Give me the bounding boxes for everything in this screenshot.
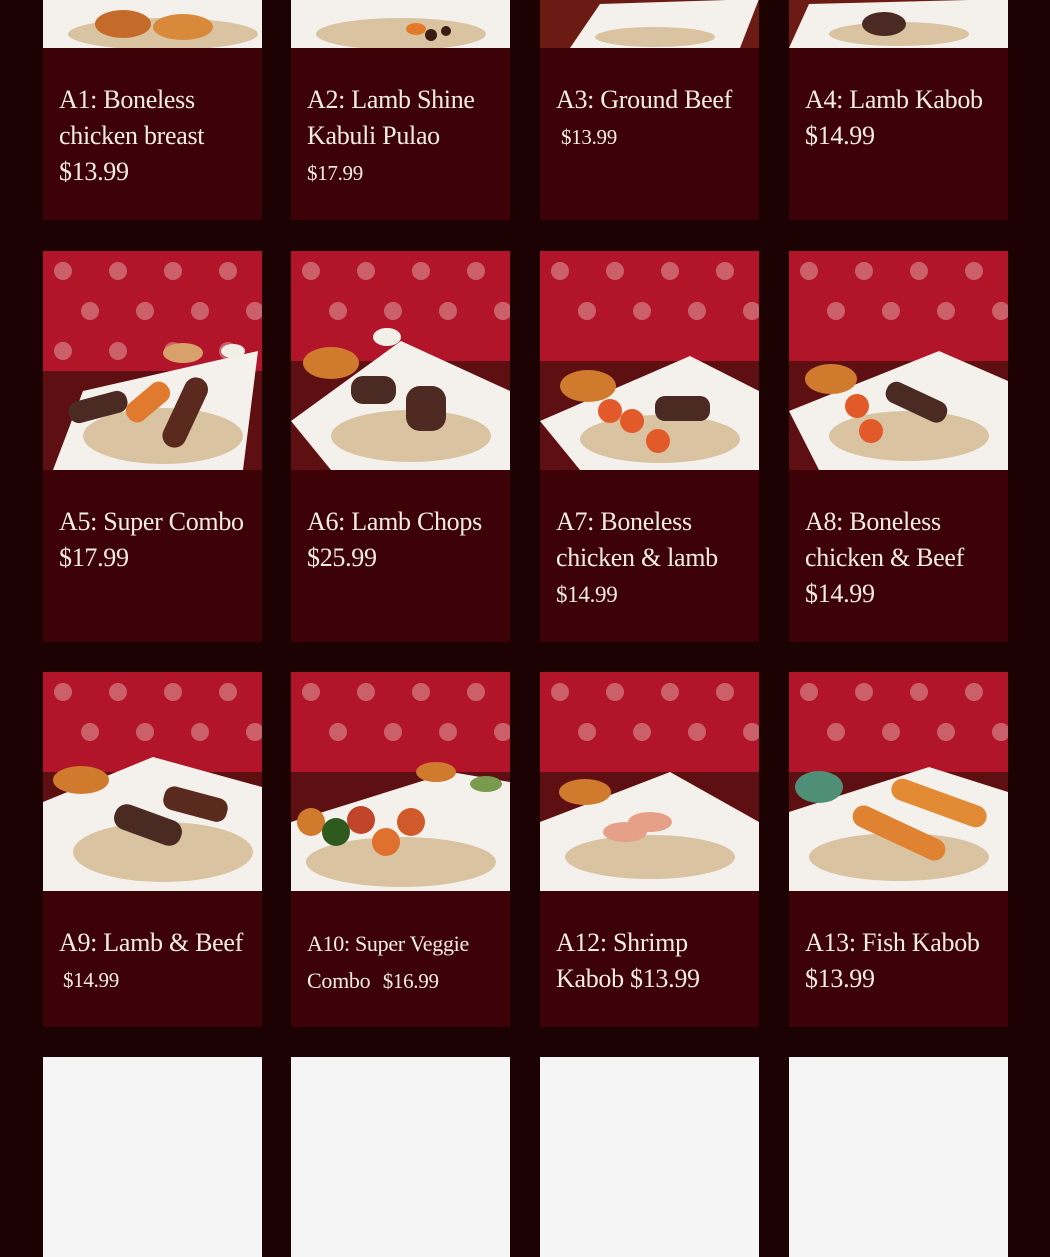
food-photo-icon [43,0,262,48]
menu-item-price: $16.99 [382,969,439,993]
menu-item-photo [789,672,1008,891]
menu-item-title: A4: Lamb Kabob [805,85,983,114]
menu-item-caption: A10: Super Veggie Combo $16.99 [307,925,500,999]
menu-item-a4[interactable]: A4: Lamb Kabob $14.99 [789,0,1008,220]
menu-item-title: A1: Boneless chicken breast [59,85,205,150]
menu-item-caption: A8: Boneless chicken & Beef $14.99 [805,504,998,612]
menu-item-placeholder[interactable] [789,1057,1008,1257]
menu-item-price: $14.99 [63,968,119,992]
menu-item-title: A8: Boneless chicken & Beef [805,507,964,572]
menu-item-price: $13.99 [805,964,875,993]
menu-item-price: $14.99 [805,579,875,608]
menu-item-placeholder[interactable] [291,1057,510,1257]
menu-item-caption: A3: Ground Beef $13.99 [556,82,749,155]
food-photo-icon [43,672,262,891]
menu-item-caption: A13: Fish Kabob $13.99 [805,925,998,997]
menu-item-photo [43,0,262,48]
menu-item-a1[interactable]: A1: Boneless chicken breast $13.99 [43,0,262,220]
menu-item-price: $17.99 [307,161,363,185]
menu-item-a13[interactable]: A13: Fish Kabob $13.99 [789,672,1008,1027]
menu-item-a10[interactable]: A10: Super Veggie Combo $16.99 [291,672,510,1027]
menu-item-a6[interactable]: A6: Lamb Chops $25.99 [291,251,510,642]
menu-grid: A1: Boneless chicken breast $13.99 A2: L… [0,0,1050,1257]
menu-item-photo [789,251,1008,470]
menu-item-caption: A4: Lamb Kabob $14.99 [805,82,998,154]
menu-item-photo [540,672,759,891]
menu-item-title: A5: Super Combo [59,507,244,536]
menu-item-caption: A12: Shrimp Kabob $13.99 [556,925,749,997]
menu-item-photo [540,0,759,48]
menu-item-caption: A7: Boneless chicken & lamb $14.99 [556,504,749,613]
food-photo-icon [789,0,1008,48]
menu-item-title: A2: Lamb Shine Kabuli Pulao [307,85,475,150]
food-photo-icon [43,251,262,470]
menu-item-title: A7: Boneless chicken & lamb [556,507,718,572]
menu-item-photo [789,0,1008,48]
menu-item-title: A9: Lamb & Beef [59,928,243,957]
menu-item-caption: A6: Lamb Chops $25.99 [307,504,500,576]
menu-item-placeholder[interactable] [540,1057,759,1257]
menu-item-a7[interactable]: A7: Boneless chicken & lamb $14.99 [540,251,759,642]
food-photo-icon [540,0,759,48]
menu-item-price: $14.99 [805,121,875,150]
menu-item-price: $13.99 [630,964,700,993]
menu-item-a5[interactable]: A5: Super Combo $17.99 [43,251,262,642]
menu-item-title: A13: Fish Kabob [805,928,980,957]
food-photo-icon [540,672,759,891]
menu-item-caption: A5: Super Combo $17.99 [59,504,252,576]
menu-item-price: $17.99 [59,543,129,572]
menu-item-price: $14.99 [556,582,618,607]
menu-item-a2[interactable]: A2: Lamb Shine Kabuli Pulao $17.99 [291,0,510,220]
menu-item-photo [540,251,759,470]
food-photo-icon [291,0,510,48]
menu-item-photo [43,672,262,891]
food-photo-icon [789,251,1008,470]
menu-item-caption: A1: Boneless chicken breast $13.99 [59,82,252,190]
menu-item-a8[interactable]: A8: Boneless chicken & Beef $14.99 [789,251,1008,642]
menu-item-a9[interactable]: A9: Lamb & Beef $14.99 [43,672,262,1027]
menu-item-title: A3: Ground Beef [556,85,733,114]
food-photo-icon [291,251,510,470]
menu-item-photo [291,251,510,470]
food-photo-icon [540,251,759,470]
menu-item-photo [291,672,510,891]
menu-item-a3[interactable]: A3: Ground Beef $13.99 [540,0,759,220]
food-photo-icon [789,672,1008,891]
menu-item-title: A6: Lamb Chops [307,507,482,536]
menu-item-caption: A2: Lamb Shine Kabuli Pulao $17.99 [307,82,500,191]
menu-item-a12[interactable]: A12: Shrimp Kabob $13.99 [540,672,759,1027]
menu-item-price: $13.99 [561,125,617,149]
menu-item-photo [291,0,510,48]
food-photo-icon [291,672,510,891]
menu-item-price: $25.99 [307,543,377,572]
menu-item-photo [43,251,262,470]
menu-item-placeholder[interactable] [43,1057,262,1257]
menu-item-price: $13.99 [59,157,129,186]
menu-item-caption: A9: Lamb & Beef $14.99 [59,925,252,998]
